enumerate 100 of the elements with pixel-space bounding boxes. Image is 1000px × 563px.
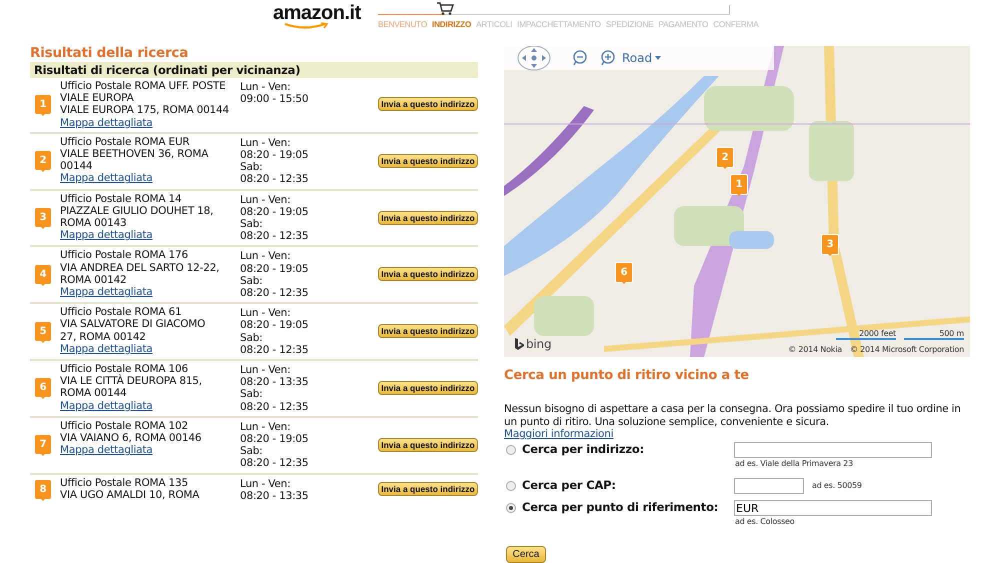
step-label: CONFERMA [713,20,758,29]
opening-hours: Lun - Ven: [240,364,292,376]
address-line: VIA UGO AMALDI 10, ROMA [60,488,200,502]
opening-hours: Sab: [240,218,264,230]
send-button[interactable]: Invia a questo indirizzo [378,97,478,112]
address-line: PIAZZALE GIULIO DOUHET 18, [60,204,214,218]
option-label: Cerca per CAP: [522,478,617,494]
map-link[interactable]: Mappa dettagliata [60,229,152,242]
address-line: Ufficio Postale ROMA 106 [60,363,189,376]
send-button[interactable]: Invia a questo indirizzo [378,380,478,395]
radio-button[interactable] [506,445,516,455]
address-line: Ufficio Postale ROMA EUR [60,136,191,148]
text-field[interactable] [734,442,932,458]
address-line: Ufficio Postale ROMA 14 [60,192,182,205]
address-line: ROMA 00144 [60,387,128,400]
info-link[interactable]: Maggiori informazioni [504,428,614,440]
scale-bar: 2000 feet [836,329,896,340]
opening-hours: 08:20 - 12:35 [240,457,310,470]
address-line: ROMA 00142 [60,274,128,286]
map-link[interactable]: Mappa dettagliata [60,172,152,185]
address-line: Ufficio Postale ROMA 176 [60,249,189,262]
compass-icon [516,46,552,71]
map-credit: © 2014 Nokia [788,345,842,354]
send-button[interactable]: Invia a questo indirizzo [378,324,478,338]
logo[interactable]: amazon.it [273,3,361,23]
map-link[interactable]: Mappa dettagliata [60,286,152,298]
results-header: Risultati di ricerca (ordinati per vicinanza) [30,62,478,78]
address-line: Ufficio Postale ROMA 135 [60,476,189,489]
send-button[interactable]: Invia a questo indirizzo [378,267,478,282]
address-line: VIA SALVATORE DI GIACOMO [60,318,206,331]
address-line: VIA VAIANO 6, ROMA 00146 [60,432,202,444]
step-label: ARTICOLI [476,20,512,29]
zoom-in-icon [600,50,616,66]
opening-hours: Sab: [240,388,264,401]
zoom-out-icon [572,50,588,66]
address-line: VIA ANDREA DEL SARTO 12-22, [60,262,220,274]
address-line: VIA LE CITTÀ DEUROPA 815, [60,375,203,388]
opening-hours: Lun - Ven: [240,81,292,94]
opening-hours: Lun - Ven: [240,136,292,150]
opening-hours: 08:20 - 12:35 [240,400,310,413]
opening-hours: 08:20 - 13:35 [240,376,310,388]
option-label: Cerca per indirizzo: [522,442,646,458]
opening-hours: 09:00 - 15:50 [240,93,310,106]
opening-hours: Lun - Ven: [240,478,292,490]
opening-hours: 08:20 - 19:05 [240,149,310,162]
section-title: Risultati della ricerca [30,45,190,61]
address-line: Ufficio Postale ROMA 102 [60,420,189,432]
example-hint: ad es. Viale della Primavera 23 [734,458,854,470]
example-hint: ad es. 50059 [811,480,862,492]
text-field[interactable]: EUR [734,500,932,516]
step-label: IMPACCHETTAMENTO [517,20,601,29]
opening-hours: 08:20 - 12:35 [240,287,310,300]
address-line: 27, ROMA 00142 [60,330,147,343]
address-line: Ufficio Postale ROMA UFF. POSTE [60,80,227,92]
opening-hours: 08:20 - 19:05 [240,319,310,332]
map-link[interactable]: Mappa dettagliata [60,444,152,456]
step-label: INDIRIZZO [432,20,472,29]
send-button[interactable]: Invia a questo indirizzo [378,482,478,496]
send-button[interactable]: Invia a questo indirizzo [378,438,478,452]
scale-bar: 500 m [904,329,964,340]
address-line: 00144 [60,160,94,172]
send-button[interactable]: Invia a questo indirizzo [378,210,478,225]
opening-hours: Sab: [240,332,264,344]
map-link[interactable]: Mappa dettagliata [60,116,152,129]
opening-hours: 08:20 - 13:35 [240,490,310,502]
step-label: BENVENUTO [378,20,428,29]
opening-hours: Sab: [240,161,264,174]
option-label: Cerca per punto di riferimento: [522,500,720,516]
address-line: VIALE EUROPA 175, ROMA 00144 [60,104,230,117]
opening-hours: 08:20 - 19:05 [240,433,310,446]
example-hint: ad es. Colosseo [734,516,796,528]
address-line: ROMA 00143 [60,217,128,230]
opening-hours: 08:20 - 12:35 [240,173,310,186]
opening-hours: Lun - Ven: [240,250,292,263]
map-style-dropdown[interactable]: Road [620,51,664,65]
address-line: VIALE EUROPA [60,92,135,104]
caret-icon [655,56,662,60]
opening-hours: 08:20 - 19:05 [240,206,310,218]
opening-hours: Sab: [240,445,264,458]
opening-hours: Lun - Ven: [240,420,292,434]
step-label: SPEDIZIONE [606,20,654,29]
opening-hours: 08:20 - 19:05 [240,262,310,275]
radio-button[interactable] [506,481,516,491]
intro-text: Nessun bisogno di aspettare a casa per la consegna. Ora possiamo spedire il tuo ordine in un punto di ritiro. Una soluzione semplice, conveniente e sicura. [504,403,962,428]
text-field[interactable] [734,478,804,494]
map-link[interactable]: Mappa dettagliata [60,400,152,412]
map-credit: © 2014 Microsoft Corporation [850,345,964,354]
bing-logo-icon [514,338,524,350]
opening-hours: Lun - Ven: [240,194,292,206]
send-button[interactable]: Invia a questo indirizzo [378,154,478,168]
radio-button[interactable] [506,503,516,513]
smile-arrow-icon [283,22,329,30]
map-brand: bing [526,337,552,351]
opening-hours: 08:20 - 12:35 [240,344,310,356]
address-line: VIALE BEETHOVEN 36, ROMA [60,148,210,160]
map-link[interactable]: Mappa dettagliata [60,342,152,356]
section-title: Cerca un punto di ritiro vicino a te [504,368,750,383]
cart-icon [436,1,454,15]
search-button[interactable]: Cerca [506,546,546,563]
opening-hours: Sab: [240,274,264,288]
